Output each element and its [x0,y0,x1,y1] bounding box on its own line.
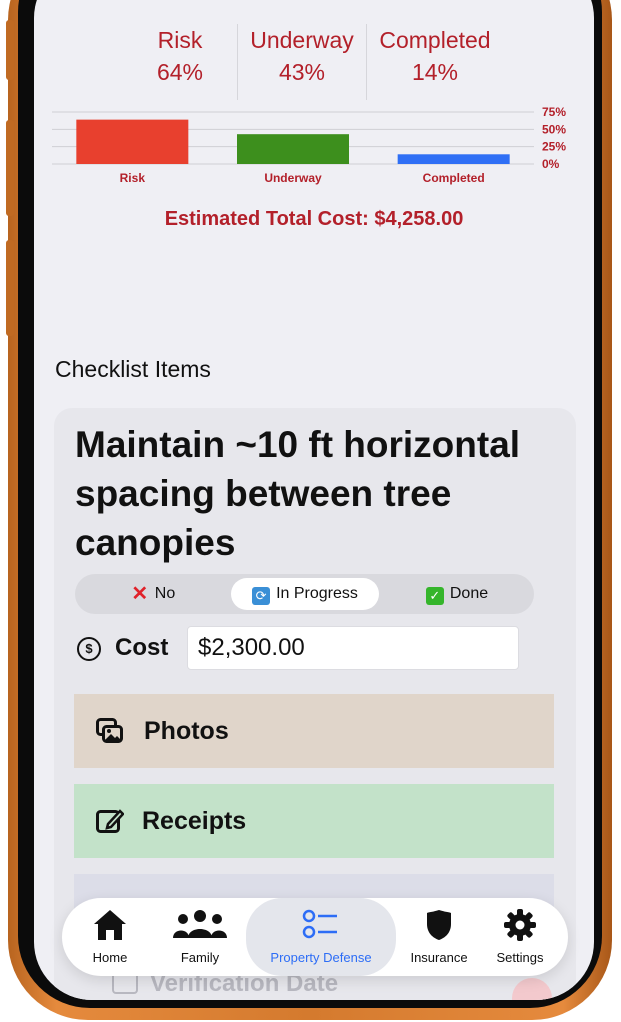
photos-button[interactable]: Photos [74,694,554,768]
cost-label-wrap: $ Cost [77,634,168,662]
tab-label: Settings [496,950,544,965]
stat-underway-value: 43% [278,59,326,85]
bar-completed [397,154,510,164]
tab-bar: Home Family Property Defense Insurance S… [62,898,568,976]
side-button [6,240,14,336]
y-tick-label: 75% [542,105,566,119]
status-option-done[interactable]: ✓ Done [383,578,531,610]
y-tick-label: 50% [542,122,566,136]
refresh-icon: ⟳ [252,587,271,605]
photos-icon [96,718,123,743]
photos-label: Photos [144,717,229,745]
x-tick-label: Risk [120,171,146,185]
cross-mark-icon: ✕ [131,583,149,605]
dollar-circle-icon: $ [77,637,101,661]
item-title: Maintain ~10 ft horizontal spacing betwe… [75,424,521,563]
stat-completed-value: 14% [411,59,459,85]
y-tick-label: 0% [542,157,560,171]
status-option-in-progress[interactable]: ⟳ In Progress [231,578,379,610]
cost-input[interactable]: $2,300.00 [187,626,519,670]
status-segmented-control: ✕ No ⟳ In Progress ✓ Done [75,574,534,614]
status-option-label: In Progress [276,585,358,602]
tab-settings[interactable]: Settings [482,898,558,976]
people-icon [173,910,227,938]
section-title: Checklist Items [55,356,211,382]
bar-risk [76,119,189,164]
status-option-no[interactable]: ✕ No [79,578,227,610]
tab-label: Property Defense [270,950,372,965]
stat-risk-value: 64% [156,59,204,85]
tab-family[interactable]: Family [154,898,246,976]
bar-underway [237,134,349,164]
stat-completed: Completed 14% [370,24,500,88]
x-tick-label: Underway [264,171,322,185]
checklist-icon [302,909,337,939]
house-icon [94,910,126,940]
tab-insurance[interactable]: Insurance [396,898,482,976]
tab-label: Home [92,950,128,965]
stat-underway: Underway 43% [237,24,367,88]
cost-label: Cost [115,634,169,661]
stat-underway-label: Underway [250,27,354,53]
volume-down-button [6,120,14,216]
status-option-label: No [154,585,176,602]
cost-row: $ Cost $2,300.00 [75,626,555,672]
gear-icon [504,909,536,941]
check-box-icon: ✓ [425,587,444,605]
receipts-button[interactable]: Receipts [74,784,554,858]
stat-completed-label: Completed [379,27,491,53]
x-tick-label: Completed [423,171,485,185]
app-screen: Risk 64% Underway 43% Completed 14% 75% 5… [34,0,594,1000]
tab-home[interactable]: Home [72,898,148,976]
estimated-total-cost: Estimated Total Cost: $4,258.00 [164,208,464,230]
divider [366,24,367,100]
note-edit-icon [96,809,124,833]
shield-icon [427,910,451,940]
y-tick-label: 25% [542,140,566,154]
tab-property-defense[interactable]: Property Defense [246,898,396,976]
tab-label: Insurance [410,950,468,965]
stat-risk-label: Risk [157,27,203,53]
receipts-label: Receipts [142,807,247,835]
volume-up-button [6,20,14,80]
stat-risk: Risk 64% [115,24,245,88]
status-option-label: Done [449,585,489,602]
tab-label: Family [180,950,220,965]
progress-bar-chart: 75% 50% 25% 0% Risk Underway Completed [52,105,566,185]
